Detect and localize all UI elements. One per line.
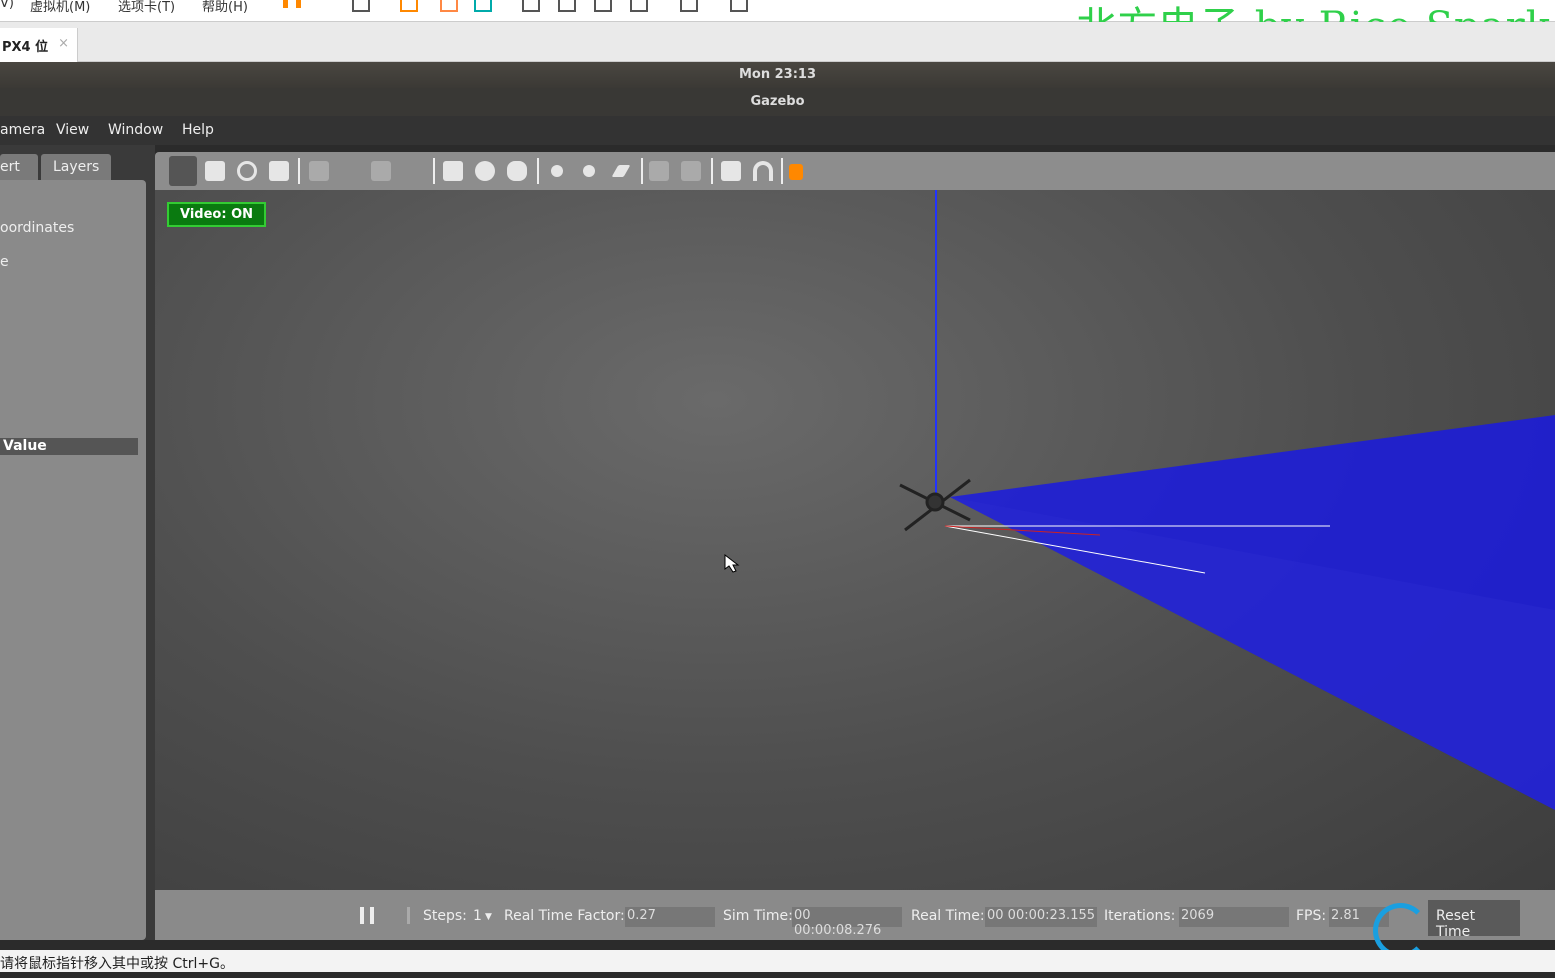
align-icon[interactable] bbox=[721, 161, 741, 181]
fps-label: FPS: bbox=[1296, 908, 1327, 924]
iterations-label: Iterations: bbox=[1104, 908, 1176, 924]
directional-light-icon[interactable] bbox=[611, 165, 631, 177]
chevron-down-icon[interactable]: ▼ bbox=[485, 912, 492, 922]
steps-label: Steps: bbox=[423, 908, 467, 924]
select-tool-icon[interactable] bbox=[169, 156, 197, 186]
manage-snapshot-icon[interactable] bbox=[474, 0, 492, 12]
panel-item[interactable]: e bbox=[0, 254, 9, 270]
magnet-icon[interactable] bbox=[753, 161, 773, 181]
menu-view[interactable]: View bbox=[56, 116, 89, 144]
clock[interactable]: Mon 23:13 bbox=[739, 67, 816, 82]
unity-icon[interactable] bbox=[630, 0, 648, 12]
close-icon[interactable]: × bbox=[58, 36, 69, 51]
scene bbox=[724, 190, 1555, 810]
rtf-value: 0.27 bbox=[625, 907, 715, 927]
vm-menu-help[interactable]: 帮助(H) bbox=[202, 0, 248, 15]
hand-cursor-icon bbox=[724, 553, 740, 573]
window-title: Gazebo bbox=[0, 88, 1555, 116]
tab-layers[interactable]: Layers bbox=[41, 154, 111, 181]
3d-viewport[interactable]: Video: ON bbox=[155, 190, 1555, 890]
rtf-label: Real Time Factor: bbox=[504, 908, 625, 924]
point-light-icon[interactable] bbox=[551, 165, 563, 177]
sim-time-label: Sim Time: bbox=[723, 908, 793, 924]
menu-bar: amera View Window Help bbox=[0, 116, 1555, 145]
paste-icon[interactable] bbox=[681, 161, 701, 181]
revert-icon[interactable] bbox=[440, 0, 458, 12]
view-icon[interactable] bbox=[558, 0, 576, 12]
view-angle-icon[interactable] bbox=[789, 164, 803, 180]
vm-menu[interactable]: Ⅴ) bbox=[0, 0, 14, 11]
status-text: 请将鼠标指针移入其中或按 Ctrl+G。 bbox=[0, 956, 234, 972]
gazebo-toolbar bbox=[155, 152, 1555, 190]
cylinder-icon[interactable] bbox=[507, 161, 527, 181]
vm-tab[interactable]: PX4 位 × bbox=[0, 28, 78, 62]
menu-window[interactable]: Window bbox=[108, 116, 163, 144]
menu-camera[interactable]: amera bbox=[0, 116, 45, 144]
vm-menu-tabs[interactable]: 选项卡(T) bbox=[118, 0, 175, 15]
redo-icon[interactable] bbox=[371, 161, 391, 181]
panel-item-coordinates[interactable]: oordinates bbox=[0, 220, 74, 236]
left-panel: oordinates e bbox=[0, 180, 146, 940]
snapshot-icon[interactable] bbox=[400, 0, 418, 12]
vm-menu-vm[interactable]: 虚拟机(M) bbox=[30, 0, 90, 15]
box-icon[interactable] bbox=[443, 161, 463, 181]
sim-time-value: 00 00:00:08.276 bbox=[792, 907, 902, 938]
console-icon[interactable] bbox=[680, 0, 698, 12]
step-icon[interactable] bbox=[398, 907, 410, 924]
steps-value[interactable]: 1 bbox=[473, 908, 482, 924]
menu-help[interactable]: Help bbox=[182, 116, 214, 144]
tab-label: PX4 位 bbox=[2, 40, 49, 55]
video-recording-badge[interactable]: Video: ON bbox=[167, 202, 266, 227]
spot-light-icon[interactable] bbox=[583, 165, 595, 177]
fullscreen-icon[interactable] bbox=[594, 0, 612, 12]
rotate-icon[interactable] bbox=[237, 161, 257, 181]
copy-icon[interactable] bbox=[649, 161, 669, 181]
value-column-header: Value bbox=[0, 438, 138, 455]
pause-vm-icon[interactable] bbox=[283, 0, 301, 8]
send-keys-icon[interactable] bbox=[352, 0, 370, 12]
stretch-icon[interactable] bbox=[730, 0, 748, 12]
iterations-value: 2069 bbox=[1179, 907, 1289, 927]
sphere-icon[interactable] bbox=[475, 161, 495, 181]
time-panel: Steps: 1 ▼ Real Time Factor: 0.27 Sim Ti… bbox=[155, 890, 1555, 940]
real-time-label: Real Time: bbox=[911, 908, 985, 924]
vm-tab-bar bbox=[0, 22, 1555, 62]
view-icon[interactable] bbox=[522, 0, 540, 12]
pause-icon[interactable] bbox=[360, 907, 374, 924]
tab-insert[interactable]: ert bbox=[0, 154, 38, 181]
status-bar: 请将鼠标指针移入其中或按 Ctrl+G。 bbox=[0, 950, 1555, 972]
real-time-value: 00 00:00:23.155 bbox=[985, 907, 1097, 927]
scale-icon[interactable] bbox=[269, 161, 289, 181]
translate-icon[interactable] bbox=[205, 161, 225, 181]
undo-icon[interactable] bbox=[309, 161, 329, 181]
system-top-bar: Mon 23:13 bbox=[0, 62, 1555, 88]
